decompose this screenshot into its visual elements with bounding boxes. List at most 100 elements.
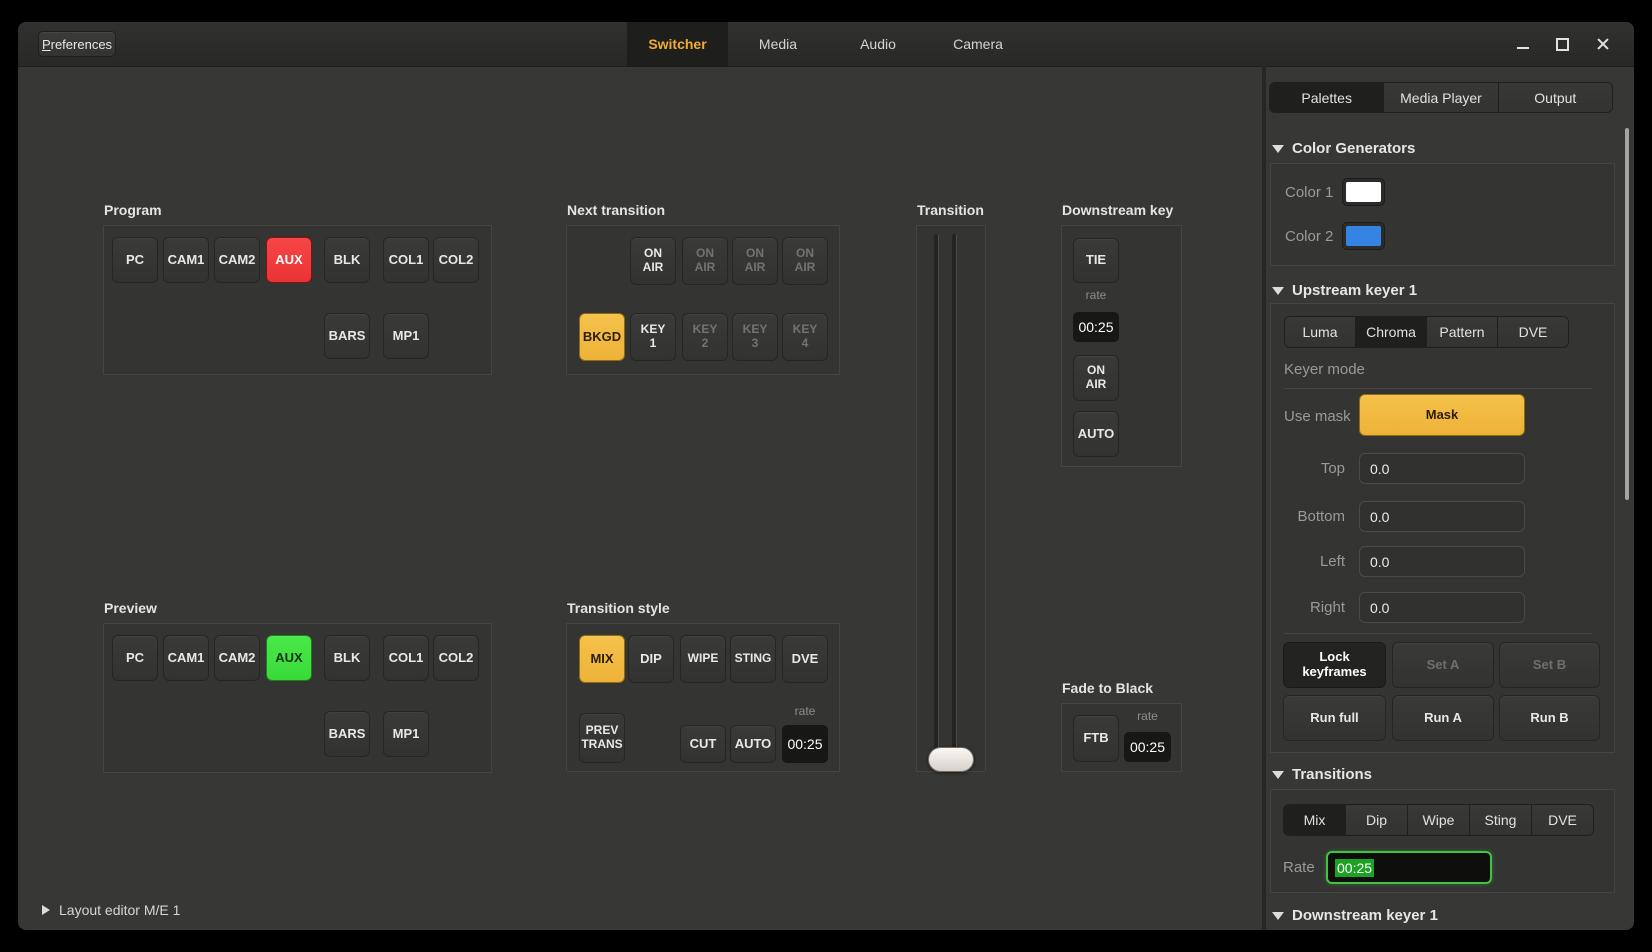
transition-slider-handle[interactable]	[928, 747, 974, 772]
preview-source-cam2[interactable]: CAM2	[214, 635, 260, 681]
ftb-button[interactable]: FTB	[1073, 715, 1119, 762]
next-transition-onair-3[interactable]: ON AIR	[732, 237, 778, 285]
dsk-auto-button[interactable]: AUTO	[1073, 411, 1119, 457]
run-a-button[interactable]: Run A	[1392, 695, 1494, 741]
program-source-bars[interactable]: BARS	[324, 313, 370, 359]
sidebar-tab-media-player[interactable]: Media Player	[1383, 83, 1497, 112]
sidebar-tab-palettes[interactable]: Palettes	[1270, 83, 1383, 112]
transitions-tab-dve[interactable]: DVE	[1531, 805, 1593, 835]
keyer-tab-luma[interactable]: Luma	[1285, 317, 1355, 347]
preview-source-pc[interactable]: PC	[112, 635, 158, 681]
mask-right-value: 0.0	[1370, 600, 1389, 616]
preview-source-col2[interactable]: COL2	[433, 635, 479, 681]
upstream-keyer-header[interactable]: Upstream keyer 1	[1272, 282, 1417, 299]
layout-editor-label: Layout editor M/E 1	[59, 902, 180, 918]
color2-swatch-fill	[1346, 226, 1381, 246]
preferences-label: Preferences	[42, 37, 112, 52]
transitions-tab-sting[interactable]: Sting	[1469, 805, 1531, 835]
program-source-cam1[interactable]: CAM1	[163, 237, 209, 283]
mask-left-input[interactable]: 0.0	[1359, 546, 1525, 577]
set-a-button[interactable]: Set A	[1392, 642, 1494, 688]
cut-button[interactable]: CUT	[680, 725, 726, 763]
dsk-rate-value[interactable]: 00:25	[1073, 312, 1119, 342]
style-dip[interactable]: DIP	[628, 635, 674, 683]
mask-right-input[interactable]: 0.0	[1359, 592, 1525, 623]
maximize-icon	[1556, 38, 1569, 51]
next-transition-bkgd-active[interactable]: BKGD	[579, 313, 625, 361]
program-source-aux-active[interactable]: AUX	[266, 237, 312, 283]
tab-media[interactable]: Media	[728, 22, 828, 66]
color2-swatch[interactable]	[1342, 222, 1385, 250]
dsk-onair-button[interactable]: ON AIR	[1073, 355, 1119, 401]
preferences-button[interactable]: Preferences	[38, 31, 116, 57]
close-button[interactable]	[1591, 32, 1615, 56]
downstream-keyer-title: Downstream keyer 1	[1292, 907, 1438, 924]
fade-to-black-panel: FTB rate 00:25	[1061, 703, 1182, 772]
program-source-pc[interactable]: PC	[112, 237, 158, 283]
preview-source-mp1[interactable]: MP1	[383, 711, 429, 757]
lock-keyframes-button[interactable]: Lock keyframes	[1283, 642, 1386, 688]
color1-swatch[interactable]	[1342, 178, 1385, 206]
next-transition-onair-2[interactable]: ON AIR	[682, 237, 728, 285]
preview-source-col1[interactable]: COL1	[383, 635, 429, 681]
program-source-mp1[interactable]: MP1	[383, 313, 429, 359]
tab-camera[interactable]: Camera	[928, 22, 1028, 66]
next-transition-onair-4[interactable]: ON AIR	[782, 237, 828, 285]
next-transition-key3[interactable]: KEY 3	[732, 313, 778, 361]
next-transition-key2[interactable]: KEY 2	[682, 313, 728, 361]
mask-bottom-input[interactable]: 0.0	[1359, 501, 1525, 532]
preview-source-bars[interactable]: BARS	[324, 711, 370, 757]
layout-editor-expander[interactable]: Layout editor M/E 1	[42, 902, 180, 918]
mask-top-input[interactable]: 0.0	[1359, 453, 1525, 484]
sidebar-tab-output[interactable]: Output	[1498, 83, 1612, 112]
mask-left-value: 0.0	[1370, 554, 1389, 570]
slider-groove-right	[952, 234, 957, 765]
transitions-header[interactable]: Transitions	[1272, 766, 1372, 783]
set-b-button[interactable]: Set B	[1499, 642, 1600, 688]
preview-source-cam1[interactable]: CAM1	[163, 635, 209, 681]
keyer-mode-label: Keyer mode	[1284, 361, 1365, 378]
style-wipe[interactable]: WIPE	[680, 635, 726, 683]
keyer-tab-pattern[interactable]: Pattern	[1426, 317, 1497, 347]
next-transition-key1[interactable]: KEY 1	[630, 313, 676, 361]
titlebar: Preferences Switcher Media Audio Camera	[18, 22, 1634, 67]
auto-button[interactable]: AUTO	[730, 725, 776, 763]
keyer-tab-dve[interactable]: DVE	[1497, 317, 1568, 347]
mask-toggle-button[interactable]: Mask	[1359, 394, 1525, 436]
app-window: Preferences Switcher Media Audio Camera …	[18, 22, 1634, 930]
color2-label: Color 2	[1285, 228, 1333, 245]
style-mix-active[interactable]: MIX	[579, 635, 625, 683]
prev-trans-button[interactable]: PREV TRANS	[579, 713, 625, 763]
transitions-rate-input[interactable]: 00:25	[1326, 851, 1492, 884]
sidebar-scrollbar[interactable]	[1625, 128, 1629, 500]
downstream-keyer-header[interactable]: Downstream keyer 1	[1272, 907, 1438, 924]
next-transition-onair-1[interactable]: ON AIR	[630, 237, 676, 285]
program-source-col1[interactable]: COL1	[383, 237, 429, 283]
minimize-button[interactable]	[1511, 32, 1535, 56]
maximize-button[interactable]	[1550, 32, 1574, 56]
color-generators-header[interactable]: Color Generators	[1272, 140, 1415, 157]
program-source-cam2[interactable]: CAM2	[214, 237, 260, 283]
style-sting[interactable]: STING	[730, 635, 776, 683]
transitions-rate-label: Rate	[1283, 859, 1315, 876]
preview-source-blk[interactable]: BLK	[324, 635, 370, 681]
preview-source-aux-active[interactable]: AUX	[266, 635, 312, 681]
style-dve[interactable]: DVE	[782, 635, 828, 683]
mask-left-label: Left	[1271, 553, 1345, 570]
program-source-blk[interactable]: BLK	[324, 237, 370, 283]
mask-top-value: 0.0	[1370, 461, 1389, 477]
keyer-tab-chroma[interactable]: Chroma	[1355, 317, 1426, 347]
transitions-tab-dip[interactable]: Dip	[1345, 805, 1407, 835]
next-transition-key4[interactable]: KEY 4	[782, 313, 828, 361]
tab-audio[interactable]: Audio	[828, 22, 928, 66]
run-b-button[interactable]: Run B	[1499, 695, 1600, 741]
dsk-tie-button[interactable]: TIE	[1073, 238, 1119, 283]
transitions-tab-mix[interactable]: Mix	[1284, 805, 1345, 835]
next-transition-title: Next transition	[567, 202, 665, 218]
run-full-button[interactable]: Run full	[1283, 695, 1386, 741]
style-rate-value[interactable]: 00:25	[782, 725, 828, 763]
ftb-rate-value[interactable]: 00:25	[1124, 732, 1171, 762]
transitions-tab-wipe[interactable]: Wipe	[1407, 805, 1469, 835]
tab-switcher[interactable]: Switcher	[627, 22, 728, 66]
program-source-col2[interactable]: COL2	[433, 237, 479, 283]
